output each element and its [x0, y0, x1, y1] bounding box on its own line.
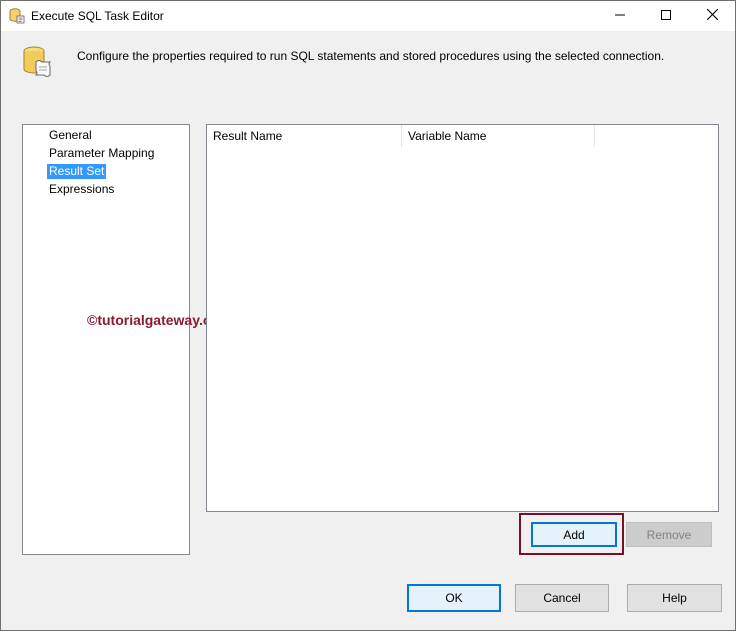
minimize-button[interactable] — [597, 1, 643, 31]
close-icon — [706, 8, 718, 23]
close-button[interactable] — [689, 1, 735, 31]
add-button[interactable]: Add — [531, 522, 617, 547]
title-bar[interactable]: Execute SQL Task Editor — [1, 1, 735, 31]
column-header-variable-name[interactable]: Variable Name — [402, 125, 595, 147]
minimize-icon — [615, 9, 625, 23]
nav-item-result-set[interactable]: Result Set — [47, 164, 107, 179]
maximize-button[interactable] — [643, 1, 689, 31]
sql-task-icon — [8, 7, 26, 25]
page-navigation-list: General Parameter Mapping Result Set Exp… — [22, 124, 190, 555]
ok-button[interactable]: OK — [407, 584, 501, 612]
column-header-empty — [595, 125, 718, 147]
watermark: ©tutorialgateway.org — [87, 312, 226, 328]
maximize-icon — [661, 9, 671, 23]
column-header-result-name[interactable]: Result Name — [207, 125, 402, 147]
window-title: Execute SQL Task Editor — [31, 9, 164, 23]
result-set-grid[interactable]: Result Name Variable Name — [206, 124, 719, 512]
execute-sql-task-editor-dialog: Execute SQL Task Editor Configure the pr… — [0, 0, 736, 631]
database-scroll-icon — [21, 45, 53, 79]
remove-button[interactable]: Remove — [626, 522, 712, 547]
nav-item-expressions[interactable]: Expressions — [47, 182, 116, 197]
dialog-description: Configure the properties required to run… — [77, 49, 665, 63]
nav-item-general[interactable]: General — [47, 128, 94, 143]
cancel-button[interactable]: Cancel — [515, 584, 609, 612]
nav-item-parameter-mapping[interactable]: Parameter Mapping — [47, 146, 156, 161]
help-button[interactable]: Help — [627, 584, 722, 612]
